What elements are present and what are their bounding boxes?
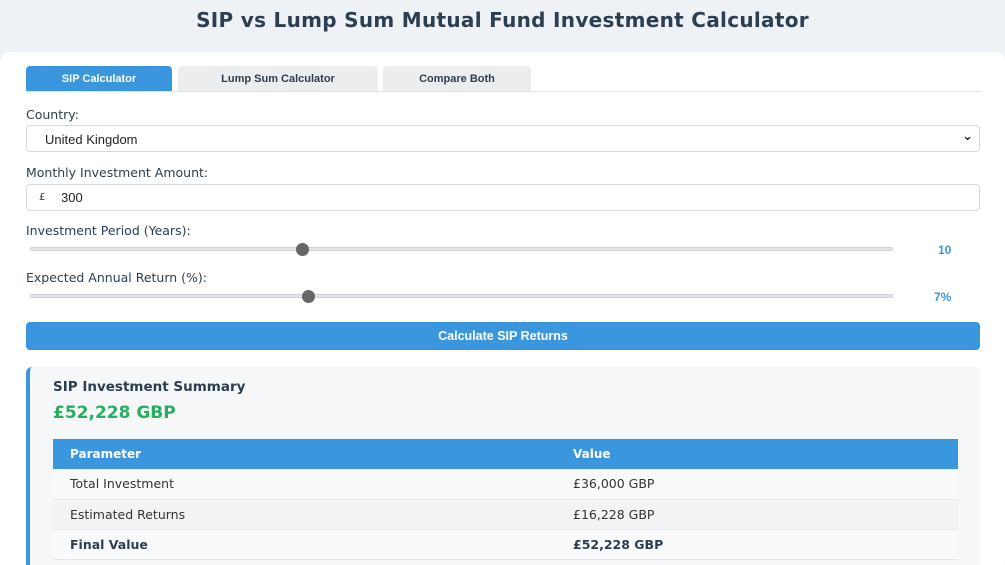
table-row: Total Investment £36,000 GBP xyxy=(53,469,958,500)
calculate-sip-button[interactable]: Calculate SIP Returns xyxy=(26,322,980,350)
table-row: Estimated Returns £16,228 GBP xyxy=(53,499,958,530)
table-header-parameter: Parameter xyxy=(53,439,556,469)
currency-symbol: £ xyxy=(39,192,46,203)
table-cell-parameter: Total Investment xyxy=(53,469,556,500)
annual-return-slider-thumb[interactable] xyxy=(302,290,316,303)
table-header-row: Parameter Value xyxy=(53,439,958,469)
summary-table: Parameter Value Total Investment £36,000… xyxy=(53,439,958,560)
tab-compare-both[interactable]: Compare Both xyxy=(383,66,531,91)
summary-final-amount: £52,228 GBP xyxy=(53,403,176,423)
country-select-value: United Kingdom xyxy=(45,132,138,147)
sip-summary-panel: SIP Investment Summary £52,228 GBP Param… xyxy=(26,367,980,565)
table-cell-parameter: Final Value xyxy=(53,529,556,560)
annual-return-label: Expected Annual Return (%): xyxy=(26,270,208,285)
summary-title: SIP Investment Summary xyxy=(53,379,246,395)
investment-period-slider[interactable] xyxy=(30,243,893,256)
table-cell-value: £36,000 GBP xyxy=(556,469,958,500)
country-select[interactable]: United Kingdom ⌄ xyxy=(26,125,980,152)
table-cell-value: £16,228 GBP xyxy=(556,499,958,530)
table-cell-value: £52,228 GBP xyxy=(556,529,958,560)
table-cell-parameter: Estimated Returns xyxy=(53,499,556,530)
country-label: Country: xyxy=(26,107,79,122)
calculator-card: SIP Calculator Lump Sum Calculator Compa… xyxy=(0,52,1005,565)
page-title: SIP vs Lump Sum Mutual Fund Investment C… xyxy=(196,8,809,32)
annual-return-slider[interactable] xyxy=(30,290,893,303)
investment-period-value: 10 xyxy=(938,243,952,257)
annual-return-value: 7% xyxy=(934,290,952,304)
monthly-investment-label: Monthly Investment Amount: xyxy=(26,165,209,180)
investment-period-slider-thumb[interactable] xyxy=(296,243,310,256)
table-row-final: Final Value £52,228 GBP xyxy=(53,529,958,560)
table-header-value: Value xyxy=(556,439,958,469)
monthly-investment-field[interactable]: £ 300 xyxy=(26,184,980,211)
chevron-down-icon: ⌄ xyxy=(962,129,973,144)
investment-period-label: Investment Period (Years): xyxy=(26,223,191,238)
tab-bar: SIP Calculator Lump Sum Calculator Compa… xyxy=(26,66,980,92)
tab-sip-calculator[interactable]: SIP Calculator xyxy=(26,66,172,91)
tab-lump-sum-calculator[interactable]: Lump Sum Calculator xyxy=(178,66,378,91)
monthly-investment-value: 300 xyxy=(61,190,83,205)
